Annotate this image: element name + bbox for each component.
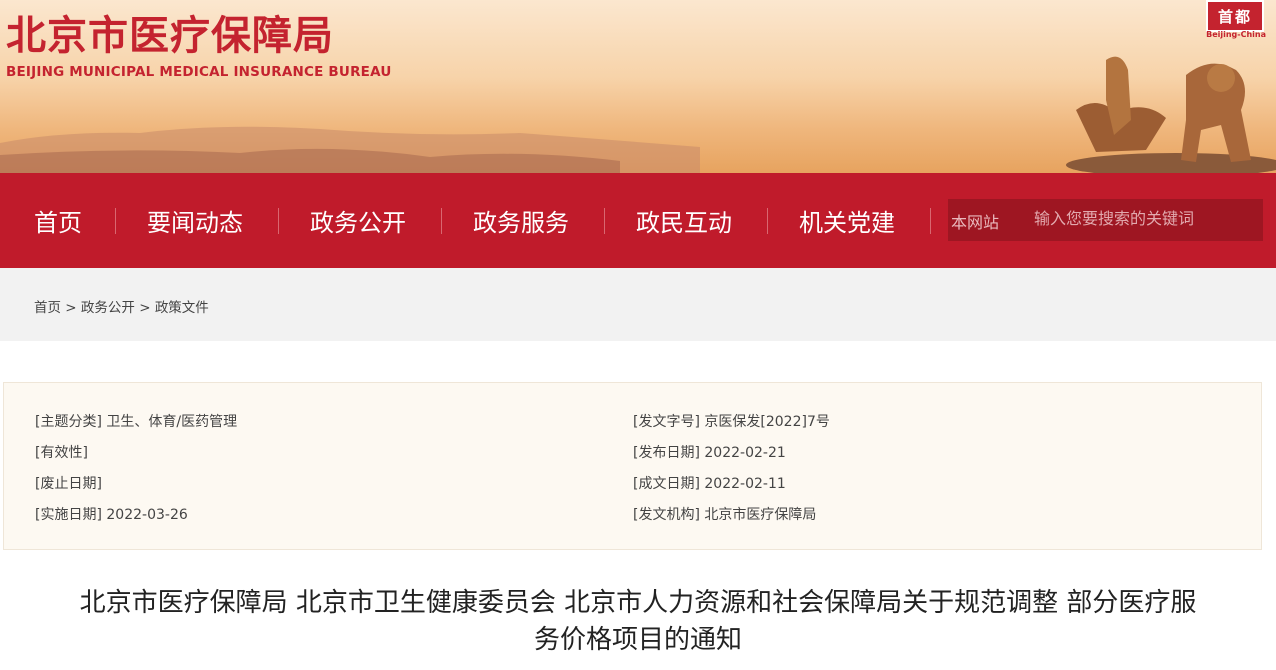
meta-issuer: [发文机构] 北京市医疗保障局 (633, 504, 816, 524)
meta-publish-key: [发布日期] (633, 445, 700, 461)
capital-seal-logo: 首都 (1206, 0, 1264, 32)
meta-validity: [有效性] (35, 442, 88, 462)
meta-publish-date: [发布日期] 2022-02-21 (633, 442, 786, 462)
breadcrumb-gov-affairs-link[interactable]: 政务公开 (81, 300, 135, 316)
meta-validity-key: [有效性] (35, 445, 88, 461)
capital-seal-caption: Beijing-China (1206, 30, 1266, 39)
meta-effective-value: 2022-03-26 (106, 507, 188, 523)
meta-docno-key: [发文字号] (633, 414, 700, 430)
site-logo-en: BEIJING MUNICIPAL MEDICAL INSURANCE BURE… (6, 64, 392, 80)
nav-item-gov-affairs[interactable]: 政务公开 (310, 173, 406, 268)
meta-docno-value: 京医保发[2022]7号 (704, 414, 830, 430)
header-banner: 北京市医疗保障局 BEIJING MUNICIPAL MEDICAL INSUR… (0, 0, 1276, 173)
meta-issuer-value: 北京市医疗保障局 (704, 507, 817, 523)
nav-divider (930, 208, 931, 234)
search-input[interactable] (1034, 203, 1254, 233)
nav-divider (767, 208, 768, 234)
meta-created-key: [成文日期] (633, 476, 700, 492)
meta-doc-number: [发文字号] 京医保发[2022]7号 (633, 411, 830, 431)
article-title-line: 务价格项目的通知 (533, 625, 742, 655)
nav-item-home[interactable]: 首页 (34, 173, 82, 268)
breadcrumb-bar: 首页 > 政务公开 > 政策文件 (0, 268, 1276, 341)
meta-created-date: [成文日期] 2022-02-11 (633, 473, 786, 493)
meta-issuer-key: [发文机构] (633, 507, 700, 523)
document-metadata-panel: [主题分类] 卫生、体育/医药管理 [有效性] [废止日期] [实施日期] 20… (3, 382, 1262, 550)
meta-subject: [主题分类] 卫生、体育/医药管理 (35, 411, 237, 431)
nav-item-interaction[interactable]: 政民互动 (636, 173, 732, 268)
breadcrumb-separator: > (134, 300, 155, 316)
breadcrumb-separator: > (61, 300, 81, 316)
breadcrumb: 首页 > 政务公开 > 政策文件 (34, 296, 209, 316)
search-scope-select[interactable]: 本网站 (951, 209, 999, 233)
meta-subject-key: [主题分类] (35, 414, 102, 430)
nav-divider (115, 208, 116, 234)
meta-repeal-key: [废止日期] (35, 476, 102, 492)
nav-item-party[interactable]: 机关党建 (799, 173, 895, 268)
breadcrumb-home-link[interactable]: 首页 (34, 300, 61, 316)
site-logo-cn[interactable]: 北京市医疗保障局 (6, 12, 334, 60)
meta-effective-date: [实施日期] 2022-03-26 (35, 504, 188, 524)
article-title: 北京市医疗保障局 北京市卫生健康委员会 北京市人力资源和社会保障局关于规范调整 … (0, 585, 1276, 659)
nav-item-news[interactable]: 要闻动态 (147, 173, 243, 268)
meta-publish-value: 2022-02-21 (704, 445, 786, 461)
meta-effective-key: [实施日期] (35, 507, 102, 523)
breadcrumb-policy-docs-link[interactable]: 政策文件 (155, 300, 209, 316)
meta-repeal-date: [废止日期] (35, 473, 102, 493)
nav-item-gov-services[interactable]: 政务服务 (473, 173, 569, 268)
nav-divider (604, 208, 605, 234)
meta-created-value: 2022-02-11 (704, 476, 786, 492)
nav-divider (278, 208, 279, 234)
meta-subject-value: 卫生、体育/医药管理 (106, 414, 238, 430)
article-title-line: 北京市医疗保障局 北京市卫生健康委员会 北京市人力资源和社会保障局关于规范调整 … (79, 588, 1197, 618)
bronze-statue-image (1066, 56, 1276, 173)
nav-divider (441, 208, 442, 234)
